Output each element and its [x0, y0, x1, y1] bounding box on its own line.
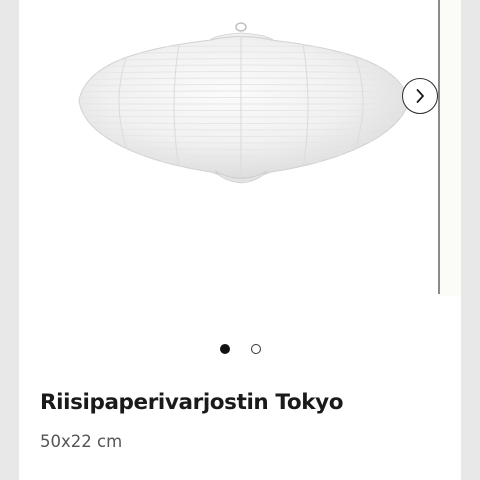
- image-carousel[interactable]: [19, 0, 461, 340]
- carousel-slide-1: [19, 0, 461, 300]
- carousel-dot-1[interactable]: [219, 344, 230, 354]
- carousel-dot-2[interactable]: [250, 344, 261, 354]
- carousel-next-button[interactable]: [402, 78, 438, 114]
- product-title: Riisipaperivarjostin Tokyo: [40, 390, 344, 415]
- left-margin: [0, 0, 19, 480]
- product-size: 50x22 cm: [40, 432, 123, 451]
- carousel-pagination: [19, 344, 461, 360]
- product-card: Riisipaperivarjostin Tokyo 50x22 cm: [19, 0, 461, 480]
- lamp-shade-image: [78, 10, 410, 210]
- right-margin: [461, 0, 480, 480]
- chevron-right-icon: [416, 89, 424, 103]
- carousel-slide-2-edge: [438, 0, 440, 294]
- carousel-slide-2-peek: [438, 0, 461, 296]
- product-page: Riisipaperivarjostin Tokyo 50x22 cm: [0, 0, 480, 480]
